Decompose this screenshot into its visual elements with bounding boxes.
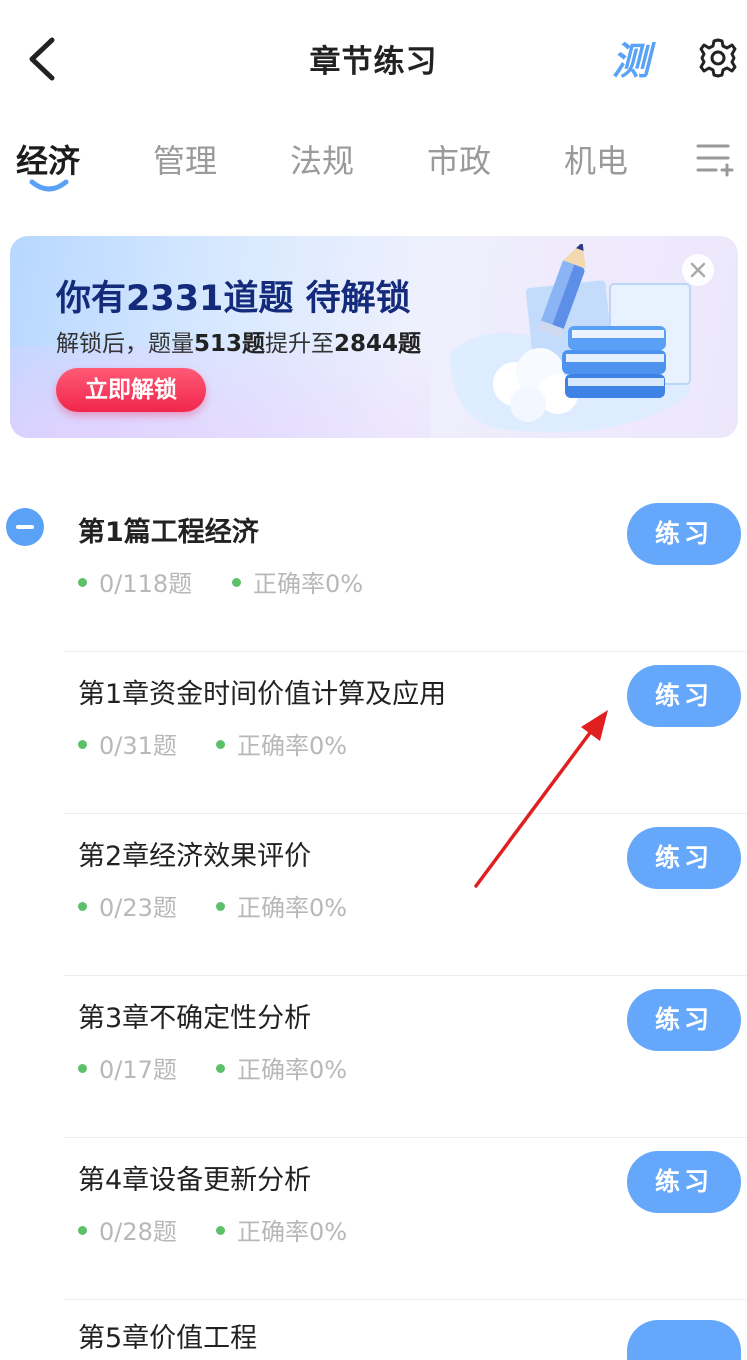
list-item[interactable]: 第2章经济效果评价 0/23题 正确率0% 练习 — [0, 814, 747, 976]
banner-sub-mid: 提升至 — [265, 331, 335, 357]
section-practice-button[interactable]: 练习 — [627, 503, 741, 565]
section-row: 第1篇工程经济 0/118题 正确率0% 练习 — [0, 490, 747, 652]
collapse-toggle-icon[interactable] — [6, 508, 44, 546]
chapter-progress-text: 0/31题 — [99, 732, 177, 760]
banner-heading: 你有2331道题 待解锁 — [56, 279, 411, 319]
dot-icon — [78, 1063, 87, 1073]
chapter-accuracy: 正确率0% — [216, 1212, 347, 1247]
chapter-accuracy-text: 正确率0% — [237, 732, 348, 760]
chapter-accuracy: 正确率0% — [216, 726, 347, 761]
gear-icon[interactable] — [697, 37, 739, 79]
dot-icon — [216, 739, 225, 749]
section-accuracy-text: 正确率0% — [253, 570, 364, 598]
close-icon[interactable] — [682, 254, 714, 286]
banner-subtext: 解锁后，题量513题提升至2844题 — [56, 324, 421, 358]
dot-icon — [78, 1225, 87, 1235]
section-accuracy: 正确率0% — [232, 564, 363, 599]
chapter-accuracy-text: 正确率0% — [237, 1056, 348, 1084]
unlock-banner[interactable]: 你有2331道题 待解锁 解锁后，题量513题提升至2844题 立即解锁 — [10, 236, 738, 438]
chapter-accuracy-text: 正确率0% — [237, 1218, 348, 1246]
divider — [64, 1299, 747, 1300]
chapter-accuracy: 正确率0% — [216, 888, 347, 923]
dot-icon — [78, 901, 87, 911]
practice-button[interactable]: 练习 — [627, 827, 741, 889]
chapter-progress-text: 0/28题 — [99, 1218, 177, 1246]
practice-button[interactable]: 练习 — [627, 989, 741, 1051]
dot-icon — [216, 1063, 225, 1073]
chapter-progress: 0/31题 — [78, 726, 177, 761]
banner-sub-total: 2844题 — [334, 331, 422, 357]
unlock-now-button[interactable]: 立即解锁 — [56, 368, 206, 412]
test-mode-button[interactable]: 测 — [612, 30, 650, 85]
chapter-title-partial[interactable]: 第5章价值工程 — [78, 1316, 257, 1355]
practice-button-partial[interactable] — [627, 1320, 741, 1360]
tab-municipal[interactable]: 市政 — [427, 136, 491, 182]
chapter-accuracy-text: 正确率0% — [237, 894, 348, 922]
tab-regulations[interactable]: 法规 — [290, 136, 354, 182]
subject-tabs: 经济 管理 法规 市政 机电 — [0, 130, 747, 200]
chapter-progress: 0/23题 — [78, 888, 177, 923]
section-progress-text: 0/118题 — [99, 570, 193, 598]
books-illustration — [450, 244, 691, 433]
list-item[interactable]: 第3章不确定性分析 0/17题 正确率0% 练习 — [0, 976, 747, 1138]
practice-button[interactable]: 练习 — [627, 665, 741, 727]
tab-management[interactable]: 管理 — [153, 136, 217, 182]
banner-sub-prefix: 解锁后，题量 — [56, 331, 194, 357]
dot-icon — [78, 577, 87, 587]
section-progress: 0/118题 — [78, 564, 192, 599]
chapter-progress: 0/28题 — [78, 1212, 177, 1247]
dot-icon — [78, 739, 87, 749]
banner-sub-count: 513题 — [194, 331, 266, 357]
chapter-accuracy: 正确率0% — [216, 1050, 347, 1085]
list-item[interactable]: 第1章资金时间价值计算及应用 0/31题 正确率0% 练习 — [0, 652, 747, 814]
dot-icon — [216, 1225, 225, 1235]
chapter-title: 第2章经济效果评价 — [78, 841, 312, 872]
practice-button[interactable]: 练习 — [627, 1151, 741, 1213]
chapter-title: 第1章资金时间价值计算及应用 — [78, 679, 447, 710]
chapter-title: 第3章不确定性分析 — [78, 1003, 312, 1034]
tab-electromechanical[interactable]: 机电 — [564, 136, 628, 182]
chapter-title: 第4章设备更新分析 — [78, 1165, 312, 1196]
chapter-progress: 0/17题 — [78, 1050, 177, 1085]
active-tab-indicator — [29, 179, 69, 192]
chapter-progress-text: 0/23题 — [99, 894, 177, 922]
tab-menu-icon[interactable] — [694, 140, 734, 180]
list-item[interactable]: 第4章设备更新分析 0/28题 正确率0% 练习 — [0, 1138, 747, 1300]
dot-icon — [232, 577, 241, 587]
section-title: 第1篇工程经济 — [78, 517, 259, 548]
chapter-progress-text: 0/17题 — [99, 1056, 177, 1084]
tab-economy[interactable]: 经济 — [16, 136, 80, 182]
dot-icon — [216, 901, 225, 911]
top-bar: 章节练习 测 — [0, 0, 747, 120]
